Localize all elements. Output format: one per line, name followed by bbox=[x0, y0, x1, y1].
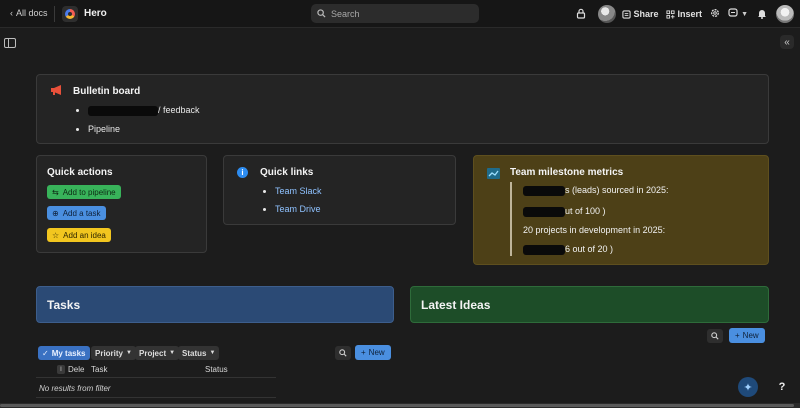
bulletin-title: Bulletin board bbox=[73, 86, 141, 97]
share-button[interactable]: Share bbox=[621, 9, 659, 19]
help-button[interactable]: ? bbox=[772, 377, 792, 397]
tasks-search-button[interactable] bbox=[335, 346, 351, 360]
metrics-title: Team milestone metrics bbox=[510, 167, 624, 178]
quick-links-list: Team Slack Team Drive bbox=[275, 186, 322, 222]
empty-state-text: No results from filter bbox=[39, 384, 111, 393]
question-icon: ? bbox=[778, 381, 786, 393]
metric-line: 20 projects in development in 2025: bbox=[523, 225, 666, 235]
metric-line: s (leads) sourced in 2025: bbox=[523, 185, 669, 196]
team-metrics-card: Team milestone metrics s (leads) sourced… bbox=[473, 155, 769, 265]
ideas-header: Latest Ideas bbox=[410, 286, 769, 323]
search-icon bbox=[317, 9, 326, 18]
team-slack-link[interactable]: Team Slack bbox=[275, 186, 322, 196]
divider bbox=[36, 377, 276, 378]
insert-button[interactable]: Insert bbox=[665, 9, 703, 19]
info-icon: i bbox=[237, 167, 248, 178]
filter-status[interactable]: Status ▼ bbox=[178, 346, 220, 360]
bulletin-board-card: Bulletin board / feedback Pipeline bbox=[36, 74, 769, 144]
quick-links-title: Quick links bbox=[260, 167, 314, 178]
column-type-icon: I bbox=[57, 365, 65, 374]
user-avatar[interactable] bbox=[776, 5, 794, 23]
chevron-down-icon: ▼ bbox=[169, 350, 176, 356]
search-icon bbox=[339, 349, 347, 357]
star-icon: ☆ bbox=[52, 230, 60, 240]
list-item: / feedback bbox=[88, 105, 200, 116]
filter-priority[interactable]: Priority ▼ bbox=[91, 346, 136, 360]
collaborator-avatar[interactable] bbox=[597, 5, 616, 23]
list-item: Team Slack bbox=[275, 186, 322, 196]
add-to-pipeline-button[interactable]: ⇆ Add to pipeline bbox=[47, 185, 121, 199]
quick-actions-card: Quick actions ⇆ Add to pipeline ⊕ Add a … bbox=[36, 155, 207, 253]
column-header-delete[interactable]: Dele bbox=[68, 365, 84, 374]
pipeline-icon: ⇆ bbox=[52, 187, 59, 197]
bell-icon[interactable] bbox=[757, 8, 767, 21]
filter-my-tasks[interactable]: ✓ My tasks bbox=[38, 346, 90, 360]
column-header-status[interactable]: Status bbox=[205, 365, 228, 374]
ideas-title: Latest Ideas bbox=[421, 298, 491, 312]
ideas-new-button[interactable]: + New bbox=[729, 328, 765, 343]
quick-actions-title: Quick actions bbox=[47, 167, 113, 178]
plus-icon: + bbox=[361, 348, 366, 357]
chevron-left-icon: ‹ bbox=[10, 8, 13, 18]
metric-line: ut of 100 ) bbox=[523, 206, 606, 217]
doc-logo-icon[interactable] bbox=[62, 6, 78, 22]
plus-icon: + bbox=[735, 331, 740, 340]
doc-title[interactable]: Hero bbox=[84, 8, 107, 19]
insert-label: Insert bbox=[677, 9, 703, 19]
team-drive-link[interactable]: Team Drive bbox=[275, 204, 321, 214]
divider bbox=[36, 397, 276, 398]
add-task-button[interactable]: ⊕ Add a task bbox=[47, 206, 106, 220]
search-placeholder: Search bbox=[331, 8, 360, 19]
share-icon bbox=[621, 9, 631, 19]
tasks-new-button[interactable]: + New bbox=[355, 345, 391, 360]
chevron-down-icon: ▼ bbox=[126, 350, 132, 356]
search-input[interactable]: Search bbox=[311, 4, 479, 23]
quote-bar bbox=[510, 182, 512, 256]
lock-icon[interactable] bbox=[576, 8, 586, 21]
comment-icon[interactable] bbox=[728, 8, 739, 20]
divider bbox=[54, 6, 55, 22]
insert-icon bbox=[665, 9, 675, 19]
bulletin-list: / feedback Pipeline bbox=[88, 105, 200, 142]
add-idea-button[interactable]: ☆ Add an idea bbox=[47, 228, 111, 242]
column-header-task[interactable]: Task bbox=[91, 365, 107, 374]
chevron-down-icon[interactable]: ▼ bbox=[741, 11, 748, 18]
tasks-title: Tasks bbox=[47, 298, 81, 312]
back-label: All docs bbox=[16, 8, 48, 18]
list-item: Pipeline bbox=[88, 124, 200, 134]
top-bar: ‹ All docs Hero Search Share Insert ▼ bbox=[0, 0, 800, 28]
sparkle-icon: ✦ bbox=[743, 381, 753, 394]
quick-links-card: i Quick links Team Slack Team Drive bbox=[223, 155, 456, 225]
megaphone-icon bbox=[50, 84, 64, 98]
metric-line: 6 out of 20 ) bbox=[523, 244, 613, 255]
tasks-header: Tasks bbox=[36, 286, 394, 323]
chart-icon bbox=[487, 168, 500, 181]
search-icon bbox=[711, 332, 719, 340]
horizontal-scrollbar[interactable] bbox=[0, 403, 800, 408]
gear-icon[interactable] bbox=[710, 8, 720, 20]
ideas-search-button[interactable] bbox=[707, 329, 723, 343]
check-icon: ✓ bbox=[42, 348, 49, 358]
chevron-down-icon: ▼ bbox=[209, 350, 216, 356]
ai-assistant-button[interactable]: ✦ bbox=[738, 377, 758, 397]
back-link[interactable]: ‹ All docs bbox=[10, 8, 48, 18]
list-item: Team Drive bbox=[275, 204, 322, 214]
filter-project[interactable]: Project ▼ bbox=[135, 346, 180, 360]
share-label: Share bbox=[633, 9, 659, 19]
sidebar-toggle-icon[interactable] bbox=[4, 38, 16, 48]
plus-circle-icon: ⊕ bbox=[52, 208, 59, 218]
collapse-panel-icon[interactable]: « bbox=[780, 35, 794, 49]
